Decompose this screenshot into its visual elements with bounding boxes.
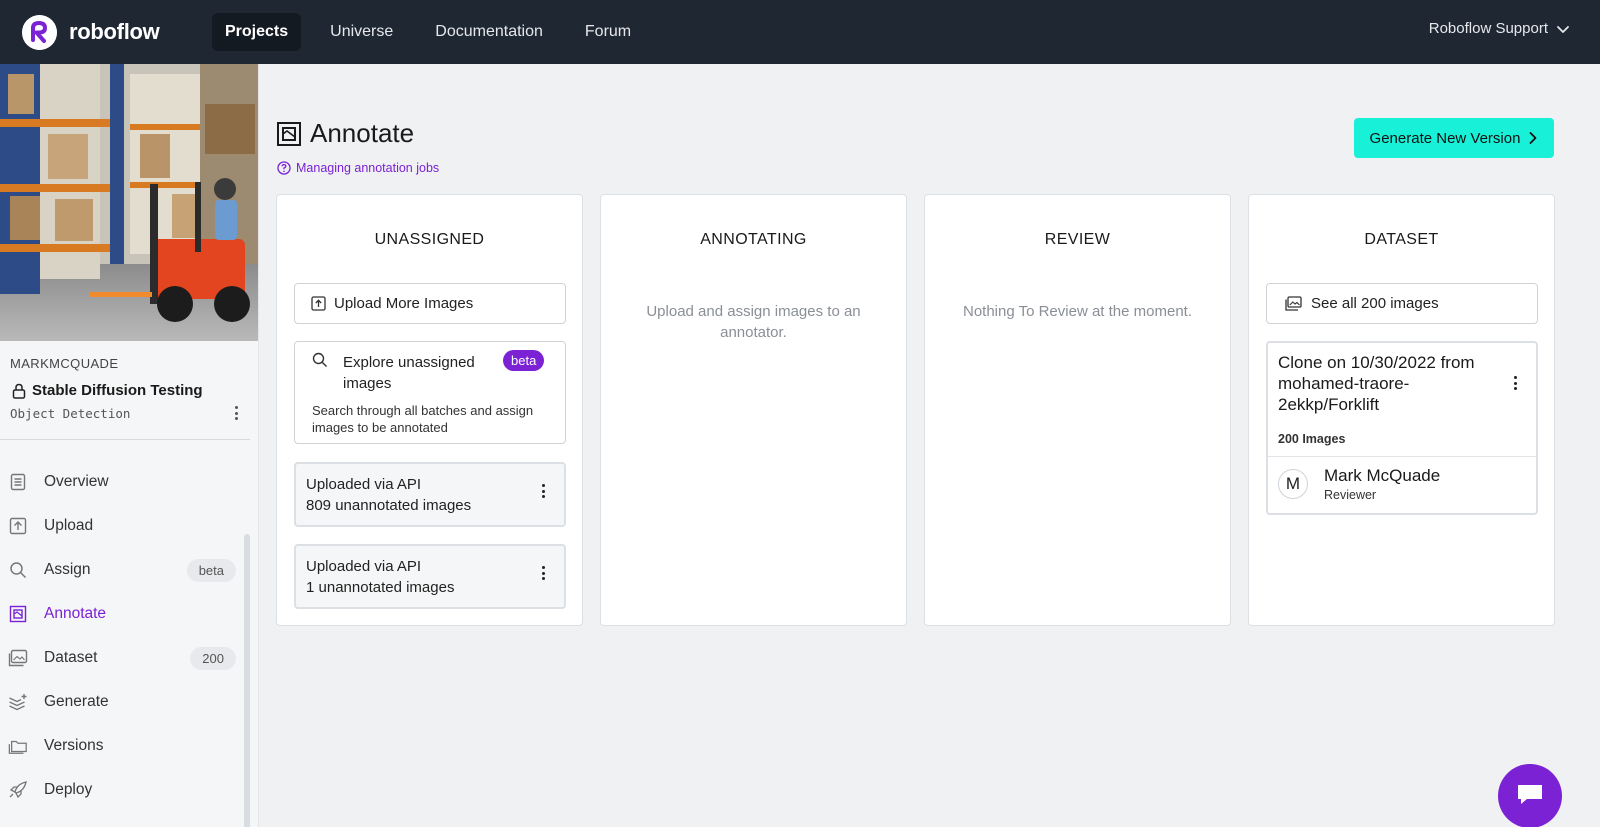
sidebar-item-deploy[interactable]: Deploy xyxy=(0,768,250,812)
nav-documentation[interactable]: Documentation xyxy=(422,13,556,51)
explore-unassigned-card[interactable]: Explore unassigned images beta Search th… xyxy=(294,341,566,444)
sidebar-divider xyxy=(0,439,250,440)
sidebar-item-dataset[interactable]: Dataset 200 xyxy=(0,636,250,680)
sidebar-item-label: Assign xyxy=(44,561,91,578)
reviewer-name: Mark McQuade xyxy=(1324,466,1441,485)
unassigned-column: UNASSIGNED Upload More Images Explore un… xyxy=(276,194,583,626)
chevron-right-icon xyxy=(1530,132,1537,144)
see-all-label: See all 200 images xyxy=(1311,295,1439,312)
sidebar-item-label: Overview xyxy=(44,473,109,490)
sidebar-item-label: Generate xyxy=(44,693,109,710)
top-navbar: roboflow Projects Universe Documentation… xyxy=(0,0,1600,64)
reviewer-role: Reviewer xyxy=(1324,488,1377,502)
page-title-text: Annotate xyxy=(310,118,415,148)
help-link-text: Managing annotation jobs xyxy=(296,161,440,175)
annotate-icon xyxy=(8,604,28,624)
project-name[interactable]: Stable Diffusion Testing xyxy=(12,382,203,399)
sidebar-item-annotate[interactable]: Annotate xyxy=(0,592,250,636)
dataset-version-card[interactable]: Clone on 10/30/2022 from mohamed-traore-… xyxy=(1266,341,1538,515)
rocket-icon xyxy=(8,780,28,800)
upload-button-label: Upload More Images xyxy=(334,295,474,312)
help-link[interactable]: Managing annotation jobs xyxy=(277,161,439,175)
sidebar-nav: Overview Upload Assign beta Annotate Dat… xyxy=(0,460,250,812)
sidebar-item-generate[interactable]: Generate xyxy=(0,680,250,724)
roboflow-logo[interactable]: roboflow xyxy=(22,14,186,50)
batch-source: Uploaded via API xyxy=(306,476,422,493)
chat-button[interactable] xyxy=(1498,764,1562,827)
sidebar-item-label: Deploy xyxy=(44,781,93,798)
images-icon xyxy=(1285,296,1302,311)
chevron-down-icon xyxy=(1557,25,1569,33)
nav-forum[interactable]: Forum xyxy=(572,13,644,51)
nav-projects[interactable]: Projects xyxy=(212,13,302,51)
project-name-text: Stable Diffusion Testing xyxy=(32,382,203,399)
sidebar-item-label: Annotate xyxy=(44,605,107,622)
explore-description: Search through all batches and assign im… xyxy=(312,403,534,435)
more-vertical-icon[interactable] xyxy=(540,484,546,498)
project-owner: MARKMCQUADE xyxy=(10,356,119,371)
version-title: Clone on 10/30/2022 from mohamed-traore-… xyxy=(1278,353,1475,414)
document-icon xyxy=(8,472,28,492)
dataset-count-badge: 200 xyxy=(190,647,236,670)
sidebar-item-versions[interactable]: Versions xyxy=(0,724,250,768)
images-icon xyxy=(8,648,28,668)
sidebar-item-assign[interactable]: Assign beta xyxy=(0,548,250,592)
annotate-icon xyxy=(277,121,301,146)
column-title: UNASSIGNED xyxy=(374,231,485,248)
sidebar-item-upload[interactable]: Upload xyxy=(0,504,250,548)
generate-button-label: Generate New Version xyxy=(1369,129,1521,147)
lock-icon xyxy=(12,383,26,399)
column-title: DATASET xyxy=(1364,231,1439,248)
project-menu-icon[interactable] xyxy=(230,404,242,422)
upload-icon xyxy=(8,516,28,536)
see-all-images-button[interactable]: See all 200 images xyxy=(1266,283,1538,324)
card-divider xyxy=(1268,456,1536,457)
upload-icon xyxy=(311,296,326,311)
batch-card[interactable]: Uploaded via API 809 unannotated images xyxy=(294,462,566,527)
project-type: Object Detection xyxy=(10,406,131,421)
empty-state-text: Nothing To Review at the moment. xyxy=(962,303,1192,320)
main-nav: Projects Universe Documentation Forum xyxy=(212,13,660,51)
user-menu[interactable]: Roboflow Support xyxy=(1429,20,1570,37)
question-circle-icon xyxy=(277,161,291,175)
batch-card[interactable]: Uploaded via API 1 unannotated images xyxy=(294,544,566,609)
sidebar-item-label: Versions xyxy=(44,737,104,754)
search-icon xyxy=(8,560,28,580)
avatar: M xyxy=(1278,469,1308,499)
column-title: ANNOTATING xyxy=(700,231,807,248)
beta-badge: beta xyxy=(503,350,545,371)
page-title: Annotate xyxy=(276,118,414,149)
batch-count: 1 unannotated images xyxy=(306,579,455,596)
batch-source: Uploaded via API xyxy=(306,558,422,575)
more-vertical-icon[interactable] xyxy=(1512,376,1518,390)
chat-icon xyxy=(1518,785,1542,804)
sidebar-item-overview[interactable]: Overview xyxy=(0,460,250,504)
explore-title: Explore unassigned images xyxy=(343,354,475,392)
batch-count: 809 unannotated images xyxy=(306,497,472,514)
empty-state-text: Upload and assign images to an annotator… xyxy=(646,303,861,341)
sidebar-scrollbar[interactable] xyxy=(244,534,250,827)
folders-icon xyxy=(8,736,28,756)
beta-badge: beta xyxy=(186,559,236,582)
search-icon xyxy=(312,352,327,367)
column-title: REVIEW xyxy=(1044,231,1111,248)
project-thumbnail xyxy=(0,64,258,341)
brand-name: roboflow xyxy=(69,19,160,44)
version-image-count: 200 Images xyxy=(1278,432,1346,446)
more-vertical-icon[interactable] xyxy=(540,566,546,580)
review-column: REVIEW Nothing To Review at the moment. xyxy=(924,194,1231,626)
sidebar-item-label: Upload xyxy=(44,517,94,534)
project-sidebar: MARKMCQUADE Stable Diffusion Testing Obj… xyxy=(0,64,259,827)
user-name: Roboflow Support xyxy=(1428,20,1548,37)
annotating-column: ANNOTATING Upload and assign images to a… xyxy=(600,194,907,626)
roboflow-logo-icon xyxy=(22,14,57,50)
upload-more-images-button[interactable]: Upload More Images xyxy=(294,283,566,324)
sidebar-item-label: Dataset xyxy=(44,649,98,666)
generate-new-version-button[interactable]: Generate New Version xyxy=(1354,118,1554,158)
layers-plus-icon xyxy=(8,692,28,712)
nav-universe[interactable]: Universe xyxy=(317,13,406,51)
dataset-column: DATASET See all 200 images Clone on 10/3… xyxy=(1248,194,1555,626)
